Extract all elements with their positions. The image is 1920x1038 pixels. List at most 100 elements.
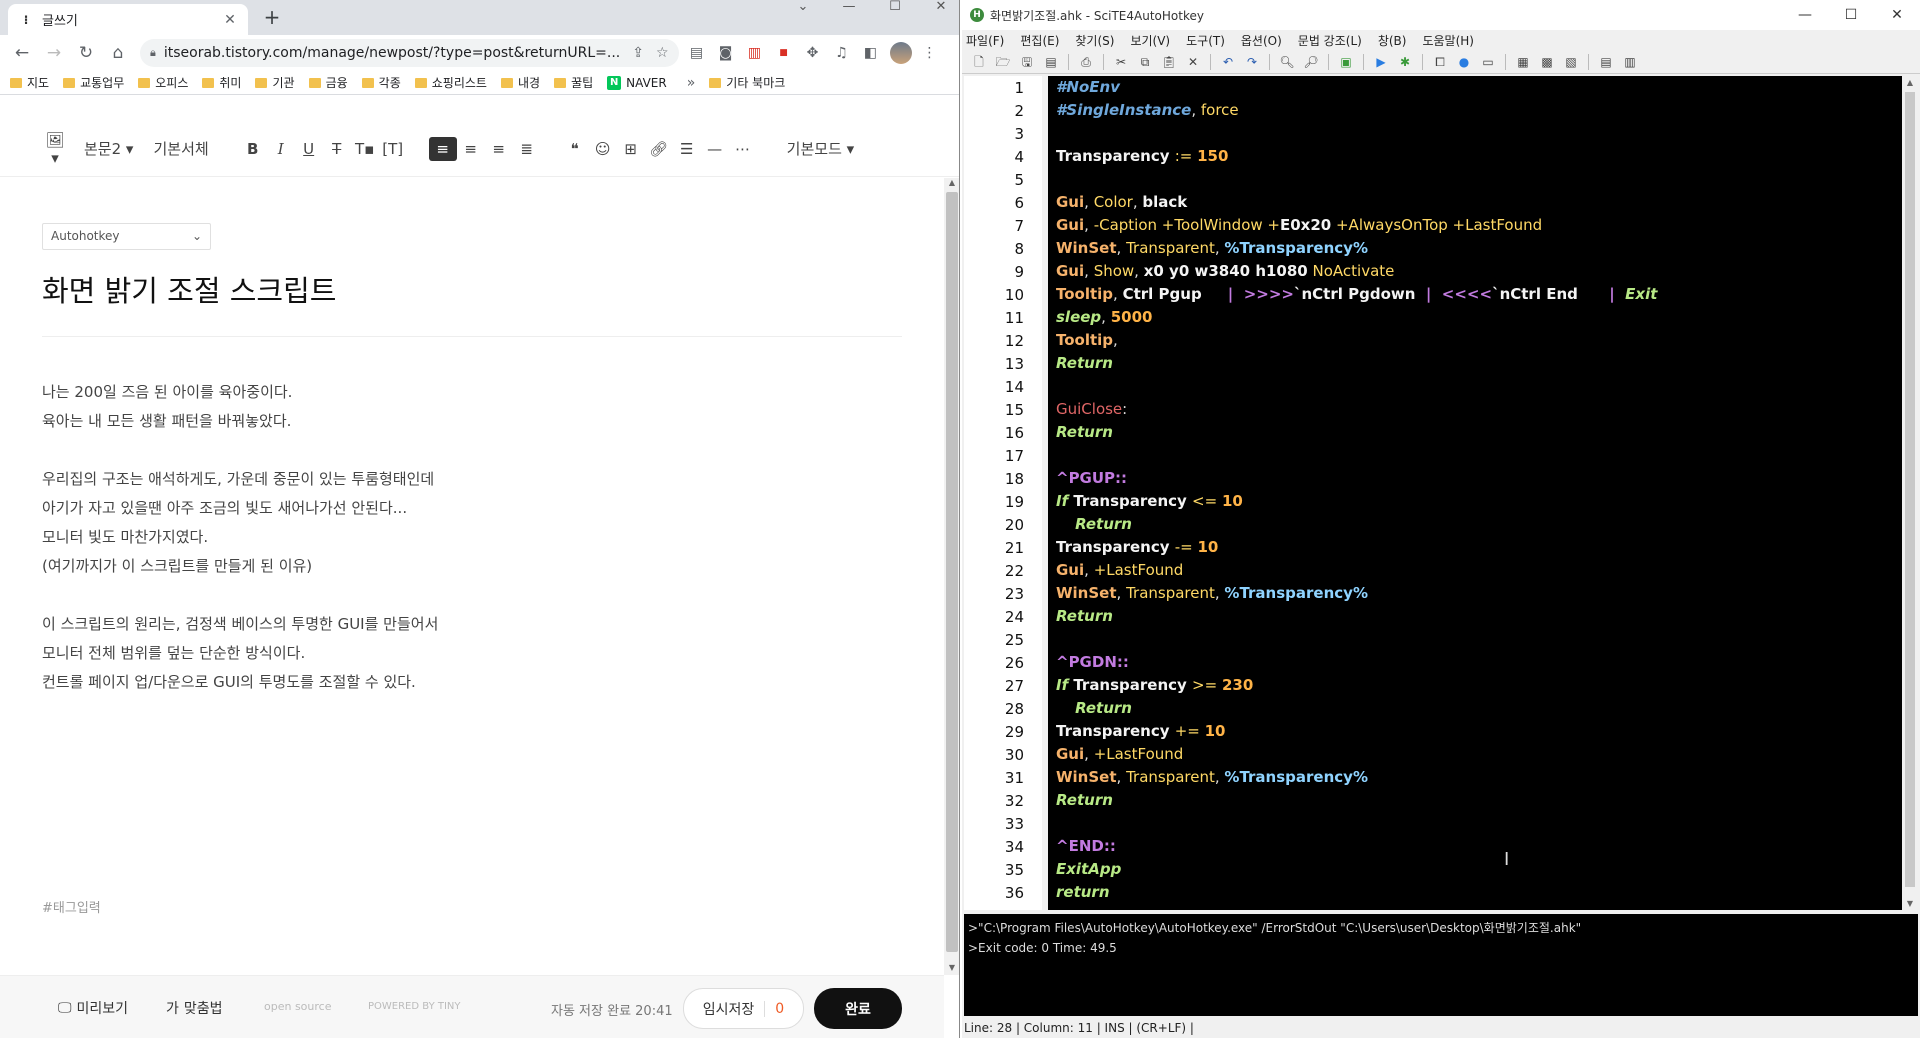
menu-options[interactable]: 옵션(O) <box>1241 32 1282 49</box>
code-scrollbar[interactable]: ▲ ▼ <box>1902 76 1918 910</box>
tag-input[interactable]: #태그입력 <box>42 897 101 916</box>
align-center-icon[interactable]: ≡ <box>457 140 485 158</box>
delete-icon[interactable]: ✕ <box>1184 53 1202 71</box>
more-bookmarks-icon[interactable]: » <box>687 75 696 91</box>
help-globe-icon[interactable]: ● <box>1455 53 1473 71</box>
camera-extension-icon[interactable]: ◙ <box>715 42 737 64</box>
more-icon[interactable]: ⋯ <box>729 140 757 158</box>
category-select[interactable]: Autohotkey ⌄ <box>42 223 211 250</box>
table-icon[interactable]: ⊞ <box>617 140 645 158</box>
text-background-icon[interactable]: [T] <box>379 140 407 158</box>
scroll-thumb[interactable] <box>946 192 958 952</box>
red-extension-icon[interactable]: ▥ <box>744 42 766 64</box>
image-insert-icon[interactable]: 🖼︎ ▾ <box>44 131 66 167</box>
quote-icon[interactable]: ❝ <box>561 140 589 158</box>
menu-kebab-icon[interactable]: ⋮ <box>919 42 941 64</box>
save-icon[interactable]: 🖫︎ <box>1018 53 1036 71</box>
preview-button[interactable]: 🖵︎ 미리보기 <box>58 998 128 1018</box>
editor-scrollbar[interactable]: ▲ ▼ <box>944 178 959 975</box>
menu-help[interactable]: 도움말(H) <box>1422 32 1474 49</box>
minimize-button[interactable]: — <box>826 0 872 18</box>
horizontal-rule-icon[interactable]: — <box>701 140 729 158</box>
paragraph-style-select[interactable]: 본문2 ▾ <box>84 138 133 159</box>
profile-avatar[interactable] <box>889 42 912 64</box>
font-select[interactable]: 기본서체 <box>153 138 208 159</box>
run-icon[interactable]: ▶ <box>1372 53 1390 71</box>
side-panel-icon[interactable]: ◧ <box>860 42 882 64</box>
bookmark-item[interactable]: 내경 <box>500 74 540 91</box>
cut-icon[interactable]: ✂ <box>1112 53 1130 71</box>
bookmark-naver[interactable]: N NAVER <box>607 75 667 90</box>
menu-file[interactable]: 파일(F) <box>966 32 1004 49</box>
compile-icon[interactable]: ▣ <box>1337 53 1355 71</box>
window-close-button[interactable]: ✕ <box>918 0 959 18</box>
debug-icon[interactable]: ✱ <box>1396 53 1414 71</box>
scroll-down-icon[interactable]: ▼ <box>944 963 959 975</box>
scroll-thumb[interactable] <box>1905 92 1915 887</box>
video-extension-icon[interactable]: ■ <box>773 42 795 64</box>
list-icon[interactable]: ☰ <box>673 140 701 158</box>
bookmark-item[interactable]: 각종 <box>361 74 401 91</box>
new-file-icon[interactable]: 🗋︎ <box>970 53 988 71</box>
link-icon[interactable]: 🔗︎ <box>645 140 673 158</box>
close-tab-icon[interactable]: ✕ <box>222 12 238 28</box>
align-left-icon[interactable]: ≡ <box>428 136 457 161</box>
open-file-icon[interactable]: 🗁︎ <box>994 53 1012 71</box>
bookmark-item[interactable]: 오피스 <box>138 74 188 91</box>
paste-icon[interactable]: 📋︎ <box>1160 53 1178 71</box>
new-tab-button[interactable]: + <box>260 6 284 30</box>
tab-search-icon[interactable]: ⌄ <box>780 0 826 18</box>
scroll-up-icon[interactable]: ▲ <box>1902 78 1918 87</box>
menu-search[interactable]: 찾기(S) <box>1075 32 1114 49</box>
scroll-up-icon[interactable]: ▲ <box>944 178 959 190</box>
find-icon[interactable]: 🔍︎ <box>1278 53 1296 71</box>
maximize-button[interactable]: ☐ <box>872 0 918 18</box>
bookmark-item[interactable]: 꿀팁 <box>554 74 593 91</box>
menu-buffers[interactable]: 창(B) <box>1378 32 1407 49</box>
bookmark-item[interactable]: 취미 <box>202 74 241 91</box>
replace-icon[interactable]: 🔎︎ <box>1302 53 1320 71</box>
strikethrough-icon[interactable]: T <box>323 140 351 158</box>
menu-edit[interactable]: 편집(E) <box>1020 32 1059 49</box>
spellcheck-button[interactable]: 가 맞춤법 <box>166 998 223 1018</box>
done-button[interactable]: 완료 <box>814 988 902 1029</box>
platform-icon[interactable]: ▦ <box>1514 53 1532 71</box>
underline-icon[interactable]: U <box>295 140 323 158</box>
post-title-input[interactable]: 화면 밝기 조절 스크립트 <box>42 268 336 310</box>
menu-tools[interactable]: 도구(T) <box>1186 32 1225 49</box>
window-spy-icon[interactable]: ⧠ <box>1431 53 1449 71</box>
back-button[interactable]: ← <box>8 39 36 67</box>
editor-mode-select[interactable]: 기본모드 ▾ <box>787 138 855 159</box>
temp-save-button[interactable]: 임시저장 0 <box>683 988 804 1029</box>
open-source-link[interactable]: open source <box>264 1000 331 1013</box>
post-body-editor[interactable]: 나는 200일 즈음 된 아이를 육아중이다. 육아는 내 모든 생활 패턴을 … <box>42 378 438 697</box>
extensions-puzzle-icon[interactable]: ✥ <box>802 42 824 64</box>
align-justify-icon[interactable]: ≣ <box>513 140 541 158</box>
bookmark-item[interactable]: 지도 <box>10 74 49 91</box>
undo-icon[interactable]: ↶ <box>1219 53 1237 71</box>
code-editor[interactable]: 1 2 3 4 5 6 7 8 9 10 11 12 13 14 15 16 17 18 19 20 21 22 23 24 2… <box>964 76 1902 910</box>
redo-icon[interactable]: ↷ <box>1243 53 1261 71</box>
print-icon[interactable]: ⎙ <box>1077 53 1095 71</box>
scite-close-button[interactable]: ✕ <box>1874 7 1920 23</box>
italic-icon[interactable]: I <box>267 140 295 158</box>
media-control-icon[interactable]: ♫ <box>831 42 853 64</box>
scroll-down-icon[interactable]: ▼ <box>1902 899 1918 908</box>
share-icon[interactable]: ⇪ <box>632 45 644 61</box>
scite-maximize-button[interactable]: ☐ <box>1828 7 1874 23</box>
align-right-icon[interactable]: ≡ <box>485 140 513 158</box>
bookmark-item[interactable]: 쇼핑리스트 <box>414 74 487 91</box>
bold-icon[interactable]: B <box>239 140 267 158</box>
bookmark-item[interactable]: 교통업무 <box>63 74 124 91</box>
bookmark-star-icon[interactable]: ☆ <box>656 45 669 61</box>
notes-icon[interactable]: ▤ <box>1597 53 1615 71</box>
emoji-icon[interactable]: ☺ <box>589 140 617 158</box>
copy-icon[interactable]: ⧉ <box>1136 53 1154 71</box>
forward-button[interactable]: → <box>40 39 68 67</box>
extension-icon[interactable]: ▤ <box>686 42 708 64</box>
docs-icon[interactable]: ▥ <box>1621 53 1639 71</box>
home-button[interactable]: ⌂ <box>104 39 132 67</box>
other-bookmarks[interactable]: 기타 북마크 <box>709 74 785 91</box>
browser-tab[interactable]: ⁝ 글쓰기 ✕ <box>8 4 248 35</box>
address-bar[interactable]: 🔒︎ itseorab.tistory.com/manage/newpost/?… <box>140 39 679 67</box>
